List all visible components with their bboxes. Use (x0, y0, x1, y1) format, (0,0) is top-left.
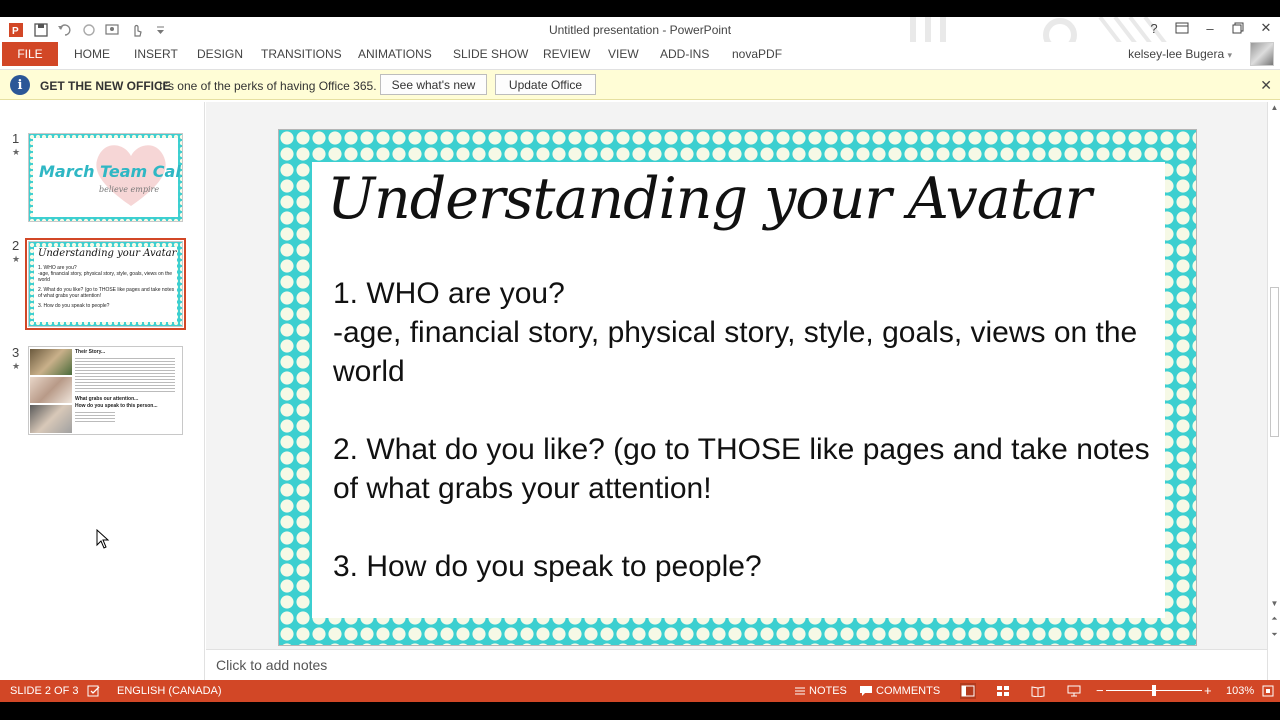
ribbon-display-options-icon[interactable] (1174, 20, 1190, 36)
tab-slide-show[interactable]: SLIDE SHOW (453, 47, 528, 61)
update-office-button[interactable]: Update Office (495, 74, 596, 95)
fit-slide-to-window-icon[interactable] (1260, 683, 1276, 699)
thumbnail-subtitle: believe empire (99, 185, 160, 194)
notes-icon[interactable] (792, 683, 808, 699)
photo-thumbnail (30, 349, 72, 375)
slide-content-area: Understanding your Avatar 1. WHO are you… (312, 162, 1165, 618)
tab-file[interactable]: FILE (2, 42, 58, 66)
zoom-in-button[interactable]: + (1204, 683, 1212, 698)
help-button[interactable]: ? (1146, 20, 1162, 36)
slide-body-text[interactable]: 1. WHO are you? -age, financial story, p… (333, 274, 1163, 586)
comments-icon[interactable] (858, 683, 874, 699)
message-bar-close-icon[interactable]: ✕ (1260, 77, 1272, 94)
thumbnail-number: 2 (12, 238, 20, 253)
zoom-slider-knob[interactable] (1152, 685, 1157, 696)
language-indicator[interactable]: ENGLISH (CANADA) (117, 685, 222, 697)
status-bar: SLIDE 2 OF 3 ENGLISH (CANADA) NOTES COMM… (0, 680, 1280, 702)
see-whats-new-button[interactable]: See what's new (380, 74, 487, 95)
slide-editing-area: Understanding your Avatar 1. WHO are you… (206, 102, 1267, 649)
title-bar: P Untitled presentation - PowerPoint ? –… (0, 17, 1280, 69)
message-bar-text: It's one of the perks of having Office 3… (159, 79, 377, 93)
thumbnail-heading: What grabs our attention... (75, 396, 139, 402)
user-name: kelsey-lee Bugera (1128, 47, 1225, 61)
vertical-scrollbar[interactable]: ▲ ▼ ⏶ ⏷ (1267, 102, 1280, 680)
tab-transitions[interactable]: TRANSITIONS (261, 47, 342, 61)
tab-animations[interactable]: ANIMATIONS (358, 47, 432, 61)
message-bar: i GET THE NEW OFFICE It's one of the per… (0, 70, 1280, 100)
slide-line: -age, financial story, physical story, s… (333, 316, 1138, 388)
normal-view-icon[interactable] (960, 683, 976, 699)
close-button[interactable]: ✕ (1258, 20, 1274, 36)
info-icon: i (10, 75, 30, 95)
slide-show-icon[interactable] (1066, 683, 1082, 699)
slide-line: 3. How do you speak to people? (333, 550, 762, 583)
next-slide-icon[interactable]: ⏷ (1269, 630, 1280, 640)
tab-design[interactable]: DESIGN (197, 47, 243, 61)
spelling-check-icon[interactable] (86, 683, 102, 699)
slide-line: 2. What do you like? (go to THOSE like p… (333, 433, 1150, 505)
previous-slide-icon[interactable]: ⏶ (1269, 614, 1280, 624)
tab-home[interactable]: HOME (74, 47, 110, 61)
zoom-slider[interactable] (1106, 685, 1202, 696)
tab-insert[interactable]: INSERT (134, 47, 178, 61)
photo-thumbnail (30, 377, 72, 403)
tab-review[interactable]: REVIEW (543, 47, 590, 61)
window-title: Untitled presentation - PowerPoint (548, 23, 732, 37)
text-lines-placeholder (75, 356, 175, 392)
animation-star-icon: ★ (12, 254, 21, 264)
slide-thumbnail-pane: 1 ★ March Team Call believe empire 2 ★ U… (0, 102, 205, 680)
user-account[interactable]: kelsey-lee Bugera ▾ (1128, 47, 1232, 61)
window-controls: ? – ✕ (1146, 20, 1274, 36)
slide-line: 1. WHO are you? (333, 277, 565, 310)
thumbnail-title: Understanding your Avatar (38, 248, 177, 259)
tab-novapdf[interactable]: novaPDF (732, 47, 782, 61)
animation-star-icon: ★ (12, 361, 21, 371)
ribbon-tabs: FILE HOME INSERT DESIGN TRANSITIONS ANIM… (0, 42, 1280, 70)
reading-view-icon[interactable] (1030, 683, 1046, 699)
slide-sorter-icon[interactable] (995, 683, 1011, 699)
thumbnail-line: -age, financial story, physical story, s… (38, 271, 173, 283)
message-bar-title: GET THE NEW OFFICE (40, 79, 171, 93)
text-lines-placeholder (75, 410, 115, 422)
thumbnail-heading: How do you speak to this person... (75, 403, 158, 409)
notes-placeholder[interactable]: Click to add notes (216, 657, 327, 673)
tab-view[interactable]: VIEW (608, 47, 639, 61)
photo-thumbnail (30, 405, 72, 433)
mouse-cursor-icon (96, 529, 110, 549)
thumbnail-title: March Team Call (39, 162, 183, 181)
slide-counter: SLIDE 2 OF 3 (10, 685, 79, 697)
slide-thumbnail-2[interactable]: Understanding your Avatar 1. WHO are you… (25, 238, 186, 330)
scroll-down-icon[interactable]: ▼ (1269, 599, 1280, 608)
restore-button-icon[interactable] (1230, 20, 1246, 36)
animation-star-icon: ★ (12, 147, 21, 157)
slide-thumbnail-1[interactable]: March Team Call believe empire (28, 133, 183, 222)
slide-thumbnail-3[interactable]: Their Story... What grabs our attention.… (28, 346, 183, 435)
slide-title[interactable]: Understanding your Avatar (327, 166, 1092, 232)
comments-button[interactable]: COMMENTS (876, 685, 940, 697)
scroll-up-icon[interactable]: ▲ (1269, 103, 1280, 112)
thumbnail-line: 2. What do you like? (go to THOSE like p… (38, 287, 175, 299)
avatar[interactable] (1250, 42, 1274, 66)
current-slide[interactable]: Understanding your Avatar 1. WHO are you… (278, 129, 1197, 646)
notes-pane[interactable]: Click to add notes (206, 649, 1267, 680)
tab-add-ins[interactable]: ADD-INS (660, 47, 709, 61)
powerpoint-window: P Untitled presentation - PowerPoint ? –… (0, 17, 1280, 702)
zoom-out-button[interactable]: − (1096, 683, 1104, 698)
thumbnail-line: 3. How do you speak to people? (38, 303, 110, 309)
thumbnail-number: 1 (12, 131, 20, 146)
notes-button[interactable]: NOTES (809, 685, 847, 697)
thumbnail-heading: Their Story... (75, 349, 106, 355)
scrollbar-thumb[interactable] (1270, 287, 1279, 437)
user-menu-arrow-icon: ▾ (1227, 50, 1232, 60)
minimize-button[interactable]: – (1202, 20, 1218, 36)
zoom-level[interactable]: 103% (1226, 685, 1254, 697)
thumbnail-number: 3 (12, 345, 20, 360)
